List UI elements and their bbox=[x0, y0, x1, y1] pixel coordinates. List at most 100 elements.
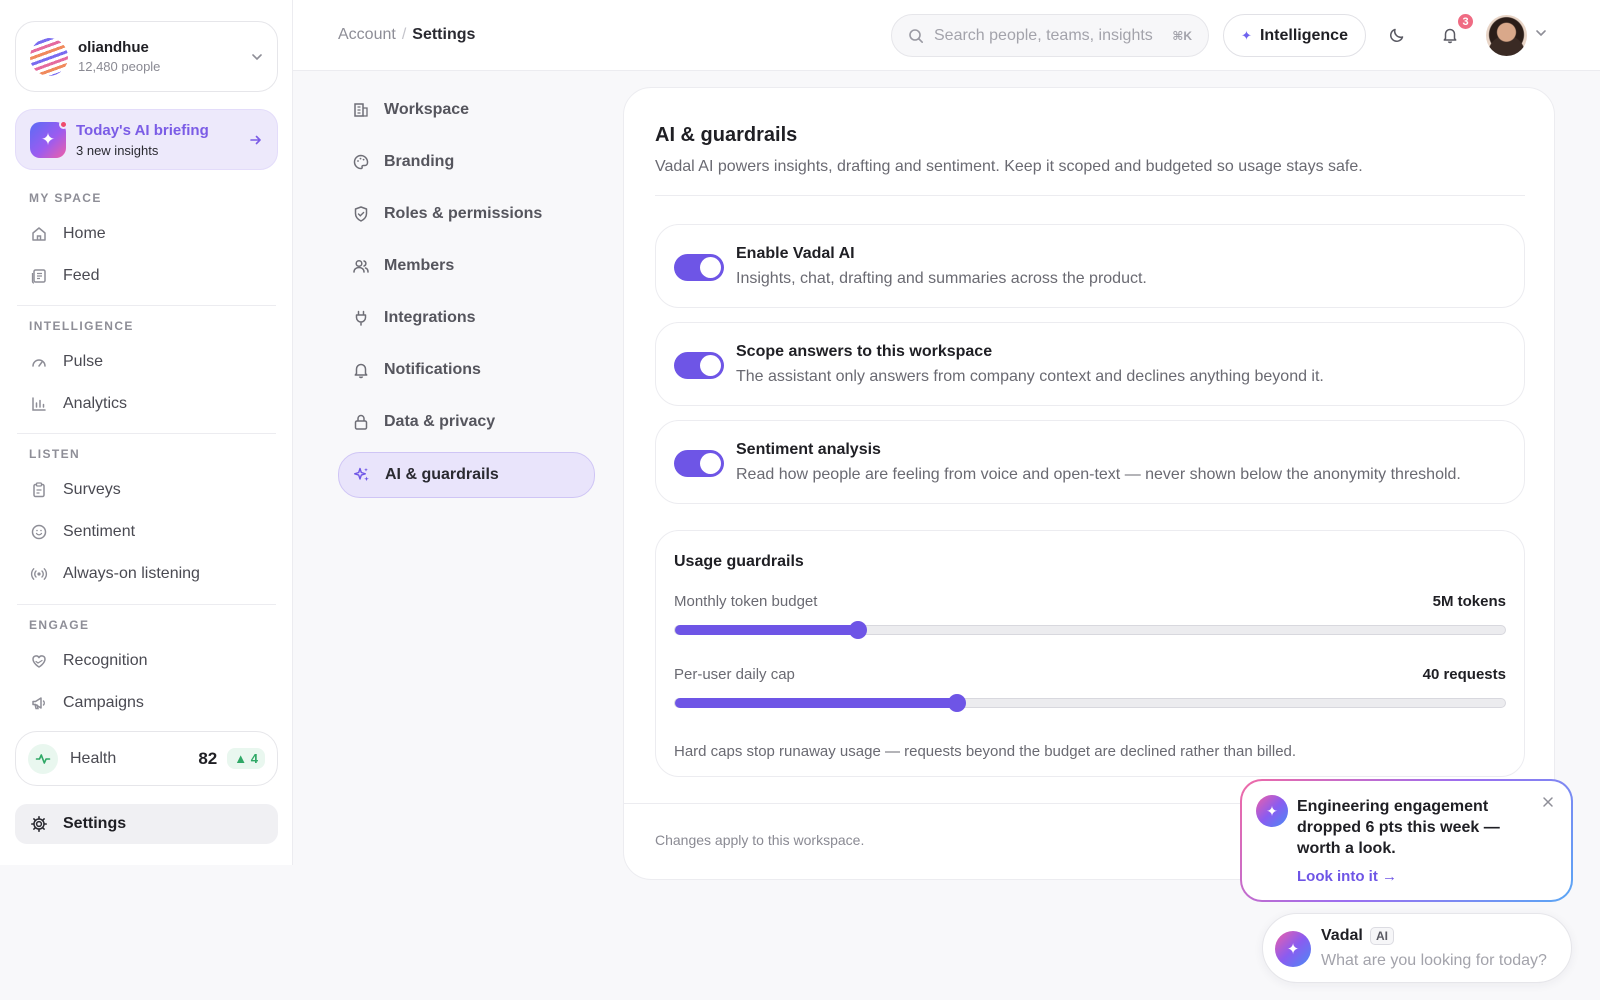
enable-ai-toggle[interactable] bbox=[674, 254, 724, 281]
gear-icon bbox=[29, 814, 49, 834]
sidebar-item-label: Surveys bbox=[63, 481, 121, 498]
sidebar-item-label: Home bbox=[63, 225, 106, 242]
sidebar-item-analytics[interactable]: Analytics bbox=[15, 386, 278, 422]
toggle-card-scope-answers: Scope answers to this workspace The assi… bbox=[655, 322, 1525, 406]
divider bbox=[17, 433, 276, 434]
toggle-card-enable-ai: Enable Vadal AI Insights, chat, drafting… bbox=[655, 224, 1525, 308]
health-label: Health bbox=[70, 749, 117, 767]
sidebar-item-always-on-listening[interactable]: Always-on listening bbox=[15, 556, 278, 592]
sidebar: oliandhue 12,480 people ✦ Today's AI bri… bbox=[0, 0, 293, 865]
close-icon[interactable] bbox=[1542, 796, 1554, 808]
toggle-title: Sentiment analysis bbox=[736, 441, 881, 458]
bar-chart-icon bbox=[29, 394, 49, 414]
daily-cap-label: Per-user daily cap bbox=[674, 666, 795, 683]
sidebar-item-surveys[interactable]: Surveys bbox=[15, 472, 278, 508]
toggle-knob bbox=[700, 257, 721, 278]
slider-thumb[interactable] bbox=[948, 694, 967, 712]
toggle-card-sentiment-analysis: Sentiment analysis Read how people are f… bbox=[655, 420, 1525, 504]
sidebar-item-settings[interactable]: Settings bbox=[15, 804, 278, 844]
moon-icon[interactable] bbox=[1386, 24, 1408, 46]
token-budget-label: Monthly token budget bbox=[674, 593, 818, 610]
token-budget-slider[interactable] bbox=[674, 621, 1506, 639]
sidebar-item-home[interactable]: Home bbox=[15, 216, 278, 252]
usage-title: Usage guardrails bbox=[674, 553, 804, 570]
settings-nav-label: Roles & permissions bbox=[384, 205, 543, 222]
page-title: AI & guardrails bbox=[655, 124, 798, 146]
settings-nav-ai-guardrails[interactable]: AI & guardrails bbox=[338, 452, 595, 498]
feed-icon bbox=[29, 266, 49, 286]
sidebar-item-sentiment[interactable]: Sentiment bbox=[15, 514, 278, 550]
search-shortcut: ⌘K bbox=[1172, 28, 1192, 43]
slider-thumb[interactable] bbox=[848, 621, 867, 639]
ai-briefing-card[interactable]: ✦ Today's AI briefing 3 new insights bbox=[15, 109, 278, 170]
sidebar-item-label: Settings bbox=[63, 815, 127, 832]
settings-nav-notifications[interactable]: Notifications bbox=[338, 348, 595, 392]
health-widget[interactable]: Health 82 ▲ 4 bbox=[15, 731, 278, 786]
search-placeholder: Search people, teams, insights bbox=[934, 26, 1153, 44]
page-subtitle: Vadal AI powers insights, drafting and s… bbox=[655, 158, 1363, 175]
daily-cap-value: 40 requests bbox=[1422, 666, 1506, 683]
settings-nav-roles-permissions[interactable]: Roles & permissions bbox=[338, 192, 595, 236]
sidebar-item-label: Campaigns bbox=[63, 694, 144, 711]
ai-badge: AI bbox=[1370, 927, 1394, 945]
toggle-description: Read how people are feeling from voice a… bbox=[736, 466, 1461, 483]
smile-icon bbox=[29, 522, 49, 542]
plug-icon bbox=[351, 308, 371, 328]
palette-icon bbox=[351, 152, 371, 172]
broadcast-icon bbox=[29, 564, 49, 584]
notification-badge: 3 bbox=[1456, 12, 1475, 31]
section-listen: LISTEN bbox=[29, 447, 81, 461]
ai-guardrails-panel: AI & guardrails Vadal AI powers insights… bbox=[623, 87, 1555, 880]
sidebar-item-campaigns[interactable]: Campaigns bbox=[15, 685, 278, 721]
settings-nav-label: AI & guardrails bbox=[385, 466, 499, 483]
clipboard-icon bbox=[29, 480, 49, 500]
assistant-input[interactable]: ✦ Vadal AI What are you looking for toda… bbox=[1262, 913, 1572, 983]
settings-nav-data-privacy[interactable]: Data & privacy bbox=[338, 400, 595, 444]
org-name: oliandhue bbox=[78, 39, 149, 56]
search-input[interactable]: Search people, teams, insights ⌘K bbox=[891, 14, 1209, 57]
sentiment-analysis-toggle[interactable] bbox=[674, 450, 724, 477]
sidebar-item-recognition[interactable]: Recognition bbox=[15, 643, 278, 679]
toggle-description: The assistant only answers from company … bbox=[736, 368, 1324, 385]
sidebar-item-label: Analytics bbox=[63, 395, 128, 412]
org-switcher[interactable]: oliandhue 12,480 people bbox=[15, 21, 278, 92]
usage-guardrails-card: Usage guardrails Monthly token budget 5M… bbox=[655, 530, 1525, 777]
settings-nav-label: Notifications bbox=[384, 361, 481, 378]
settings-nav-workspace[interactable]: Workspace bbox=[338, 88, 595, 132]
toggle-title: Enable Vadal AI bbox=[736, 245, 855, 262]
assistant-placeholder: What are you looking for today? bbox=[1321, 952, 1547, 969]
users-icon bbox=[351, 256, 371, 276]
look-into-it-link[interactable]: Look into it → bbox=[1297, 868, 1397, 885]
user-avatar[interactable] bbox=[1486, 15, 1527, 56]
panel-footer-note: Changes apply to this workspace. bbox=[655, 832, 865, 848]
daily-cap-slider[interactable] bbox=[674, 694, 1506, 712]
sparkles-icon bbox=[352, 465, 372, 485]
sparkle-icon: ✦ bbox=[1256, 795, 1288, 827]
breadcrumb-parent[interactable]: Account bbox=[338, 26, 396, 43]
sidebar-item-feed[interactable]: Feed bbox=[15, 258, 278, 294]
settings-nav-members[interactable]: Members bbox=[338, 244, 595, 288]
sidebar-item-label: Recognition bbox=[63, 652, 148, 669]
search-icon bbox=[908, 28, 924, 44]
sidebar-item-pulse[interactable]: Pulse bbox=[15, 344, 278, 380]
top-header: Account / Settings Search people, teams, i… bbox=[293, 0, 1600, 71]
chevron-down-icon[interactable] bbox=[1535, 27, 1547, 39]
settings-nav-branding[interactable]: Branding bbox=[338, 140, 595, 184]
intelligence-button[interactable]: ✦ Intelligence bbox=[1223, 14, 1366, 57]
divider bbox=[655, 195, 1525, 196]
health-delta-value: 4 bbox=[250, 751, 258, 766]
toggle-description: Insights, chat, drafting and summaries a… bbox=[736, 270, 1147, 287]
breadcrumb-current: Settings bbox=[412, 26, 476, 43]
health-delta-badge: ▲ 4 bbox=[227, 748, 265, 769]
settings-nav-integrations[interactable]: Integrations bbox=[338, 296, 595, 340]
chevron-down-icon bbox=[251, 51, 263, 63]
triangle-up-icon: ▲ bbox=[234, 751, 248, 766]
scope-answers-toggle[interactable] bbox=[674, 352, 724, 379]
org-people-count: 12,480 people bbox=[78, 59, 161, 74]
unread-dot bbox=[59, 119, 68, 129]
breadcrumb: Account / Settings bbox=[338, 26, 475, 44]
divider bbox=[17, 305, 276, 306]
sidebar-item-label: Feed bbox=[63, 267, 100, 284]
sidebar-item-label: Pulse bbox=[63, 353, 104, 370]
sidebar-item-label: Always-on listening bbox=[63, 565, 200, 582]
